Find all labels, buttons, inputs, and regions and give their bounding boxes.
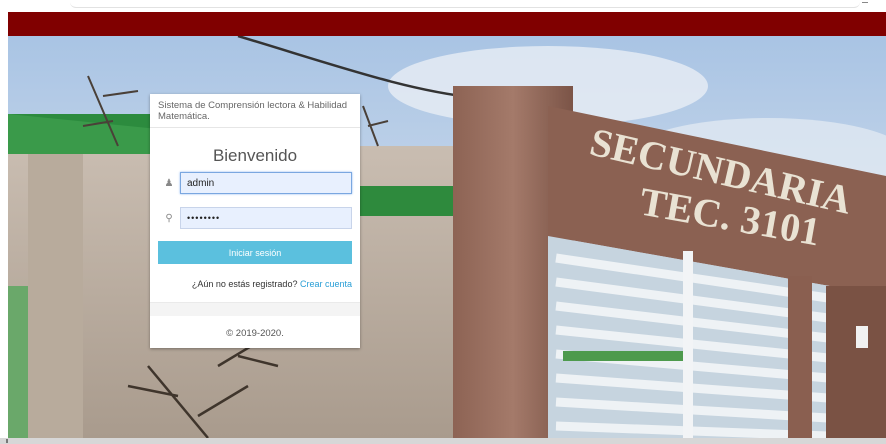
register-prompt: ¿Aún no estás registrado? Crear cuenta: [192, 279, 352, 289]
minimize-icon[interactable]: [862, 2, 868, 3]
school-gate-scene: SECUNDARIA TEC. 3101: [8, 36, 886, 438]
address-bar-edge: [70, 1, 860, 8]
create-account-link[interactable]: Crear cuenta: [300, 279, 352, 289]
system-title: Sistema de Comprensión lectora & Habilid…: [150, 94, 360, 128]
horizontal-scrollbar[interactable]: [0, 438, 886, 444]
login-card: Sistema de Comprensión lectora & Habilid…: [150, 94, 360, 348]
password-field: ⚲ ••••••••: [158, 207, 352, 229]
header-banner: [8, 12, 886, 36]
scroll-left-icon[interactable]: [6, 439, 8, 443]
key-icon: ⚲: [165, 212, 173, 224]
background-photo: SECUNDARIA TEC. 3101: [8, 36, 886, 438]
login-button[interactable]: Iniciar sesión: [158, 241, 352, 264]
footer-separator: [150, 302, 360, 316]
copyright-footer: © 2019-2020.: [226, 328, 284, 339]
welcome-heading: Bienvenido: [212, 146, 298, 165]
password-input[interactable]: ••••••••: [180, 207, 352, 229]
username-input[interactable]: admin: [180, 172, 352, 194]
register-prompt-text: ¿Aún no estás registrado?: [191, 279, 298, 289]
browser-top-strip: [0, 0, 886, 12]
user-icon: ♟: [164, 177, 174, 189]
username-field: ♟ admin: [158, 172, 352, 194]
